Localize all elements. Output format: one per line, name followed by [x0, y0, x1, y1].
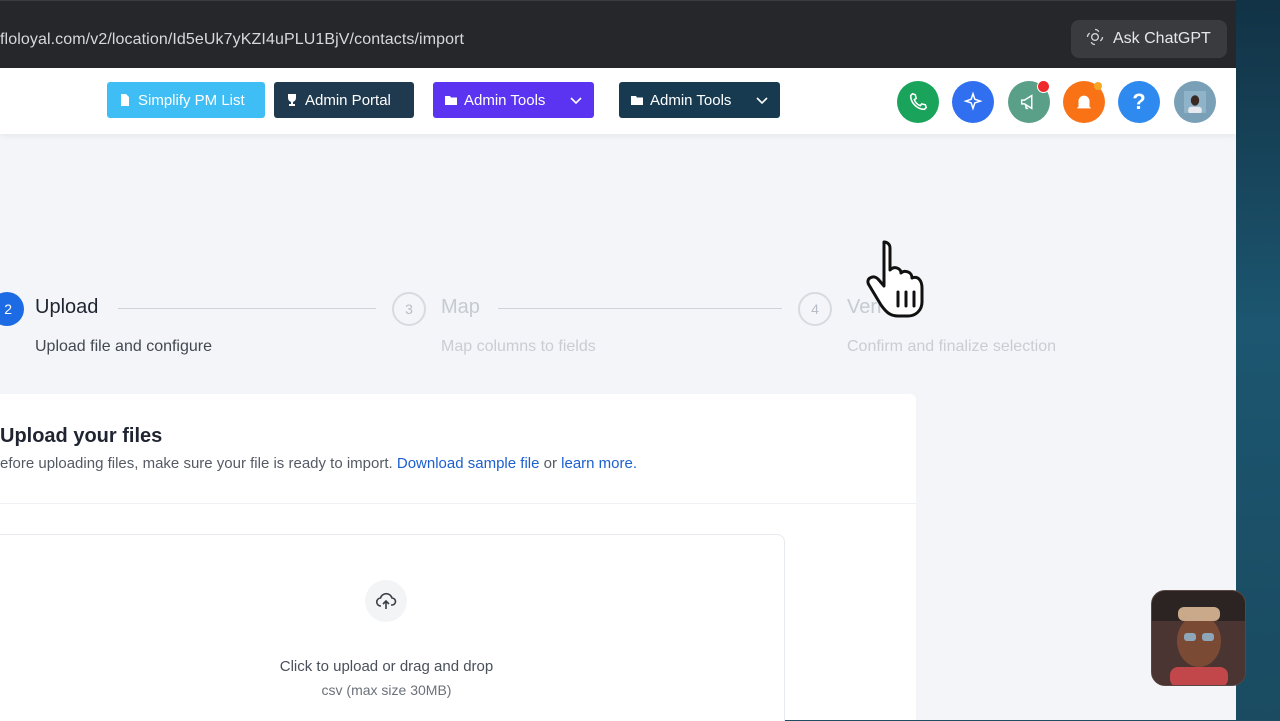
- chevron-down-icon: [756, 97, 768, 105]
- browser-toolbar: floloyal.com/v2/location/Id5eUk7yKZI4uPL…: [0, 0, 1236, 69]
- sparkle-icon: [963, 91, 983, 111]
- upload-card-description: efore uploading files, make sure your fi…: [0, 455, 637, 472]
- step-verify-description: Confirm and finalize selection: [847, 338, 1056, 355]
- bell-icon: [1076, 95, 1092, 111]
- step-connector: [498, 308, 782, 309]
- upload-title-text: Upload your files: [0, 425, 163, 447]
- dropzone-file-limit: csv (max size 30MB): [321, 682, 452, 698]
- step-2-indicator: 2: [0, 292, 24, 326]
- chatgpt-icon: [1085, 27, 1105, 52]
- upload-cloud-icon: [365, 580, 407, 622]
- admin-portal-label: Admin Portal: [305, 91, 391, 109]
- step-upload-title: Upload: [35, 296, 99, 318]
- step-map-title: Map: [441, 296, 480, 318]
- chevron-down-icon: [570, 97, 582, 105]
- upload-desc-text: efore uploading files, make sure your fi…: [0, 455, 393, 472]
- admin-tools-dropdown[interactable]: Admin Tools: [433, 82, 594, 118]
- app-page: Simplify PM List Admin Portal Admin Tool…: [0, 68, 1236, 721]
- ask-chatgpt-button[interactable]: Ask ChatGPT: [1071, 20, 1227, 58]
- step-3-number: 3: [405, 301, 413, 317]
- simplify-pm-list-label: Simplify PM List: [138, 91, 245, 109]
- download-sample-link[interactable]: Download sample file: [397, 455, 540, 472]
- ai-assistant-button[interactable]: [952, 81, 994, 123]
- learn-more-link[interactable]: learn more.: [561, 455, 637, 472]
- help-button[interactable]: ?: [1118, 81, 1160, 123]
- or-text: or: [543, 455, 557, 472]
- address-bar[interactable]: floloyal.com/v2/location/Id5eUk7yKZI4uPL…: [0, 31, 464, 49]
- step-map-description: Map columns to fields: [441, 338, 596, 355]
- folder-icon: [631, 96, 643, 105]
- folder-icon: [445, 96, 457, 105]
- admin-tools-dropdown-2[interactable]: Admin Tools: [619, 82, 780, 118]
- admin-portal-button[interactable]: Admin Portal: [274, 82, 414, 118]
- step-2-number: 2: [4, 301, 12, 317]
- step-4-number: 4: [811, 301, 819, 317]
- bell-dot: [1094, 82, 1102, 90]
- admin-tools-label-2: Admin Tools: [650, 91, 732, 109]
- avatar[interactable]: [1174, 81, 1216, 123]
- admin-tools-label: Admin Tools: [464, 91, 546, 109]
- avatar-image: [1184, 91, 1206, 113]
- ask-chatgpt-label: Ask ChatGPT: [1113, 30, 1211, 47]
- dropzone-instruction: Click to upload or drag and drop: [279, 658, 494, 675]
- trophy-icon: [288, 94, 296, 106]
- step-upload-description: Upload file and configure: [35, 338, 213, 355]
- hand-pointer-icon: [866, 240, 924, 318]
- megaphone-icon: [1020, 94, 1033, 110]
- upload-card-title: Upload your files: [0, 425, 162, 448]
- help-icon: ?: [1132, 89, 1146, 114]
- step-3-indicator: 3: [392, 292, 426, 326]
- step-connector: [118, 308, 376, 309]
- phone-button[interactable]: [897, 81, 939, 123]
- card-divider: [0, 503, 916, 504]
- simplify-pm-list-button[interactable]: Simplify PM List: [107, 82, 265, 118]
- step-4-indicator: 4: [798, 292, 832, 326]
- phone-icon: [909, 92, 928, 111]
- app-header: Simplify PM List Admin Portal Admin Tool…: [0, 68, 1236, 134]
- webcam-overlay: [1151, 590, 1246, 686]
- presenter-video: [1152, 591, 1245, 685]
- file-icon: [121, 94, 129, 106]
- notification-dot: [1037, 80, 1050, 93]
